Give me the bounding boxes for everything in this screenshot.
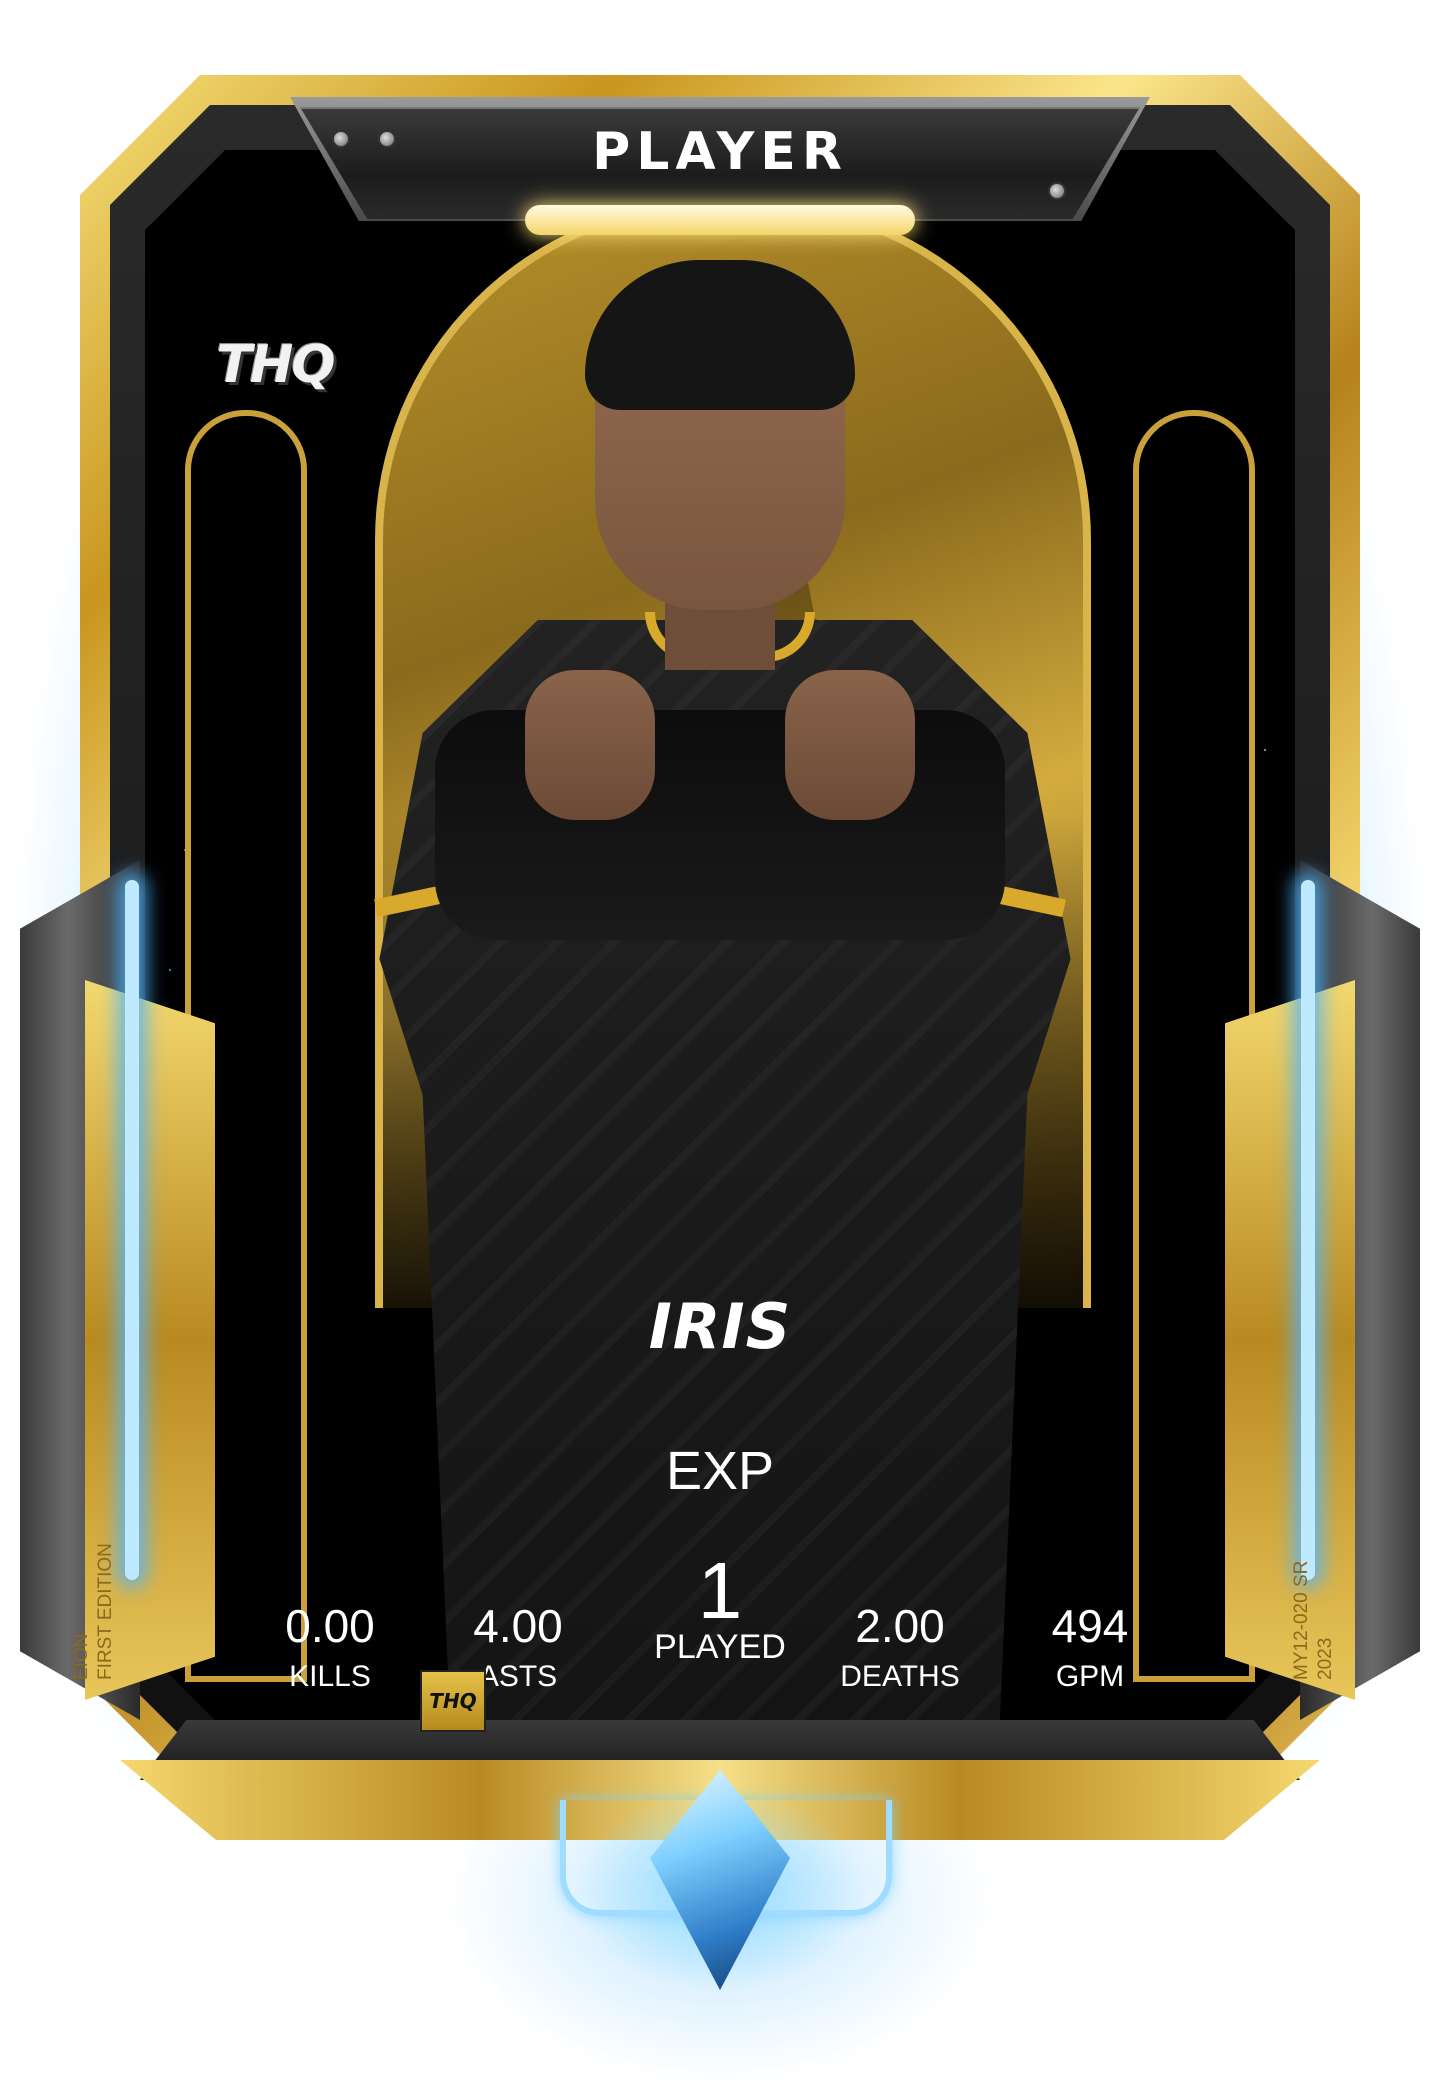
edition-right-line1: MY12-020 SR xyxy=(1291,1560,1312,1680)
badge-logo-text: THQ xyxy=(429,1689,477,1713)
rivet-icon xyxy=(332,130,350,148)
stat-gpm: 494 GPM xyxy=(990,1600,1190,1694)
stat-value: 0.00 xyxy=(285,1600,375,1652)
authentic-badge-icon: THQ xyxy=(420,1670,486,1732)
stat-label: DEATHS xyxy=(840,1660,960,1693)
player-name: IRIS xyxy=(648,1290,792,1363)
rivet-icon xyxy=(1048,182,1066,200)
left-fist xyxy=(525,670,655,820)
card-type-title: PLAYER xyxy=(592,122,848,182)
stat-played: PLAYED xyxy=(620,1622,820,1664)
stat-value: 2.00 xyxy=(855,1600,945,1652)
player-card: EION FIRST EDITION MY12-020 SR 2023 PLAY… xyxy=(0,0,1440,2100)
stat-deaths: 2.00 DEATHS xyxy=(800,1600,1000,1694)
crossed-arms xyxy=(435,710,1005,940)
stat-label: KILLS xyxy=(289,1660,371,1693)
rivet-icon xyxy=(378,130,396,148)
stat-label: GPM xyxy=(1055,1660,1125,1693)
header-light-bar xyxy=(525,205,915,235)
edition-left-line2: FIRST EDITION xyxy=(95,1543,116,1680)
stat-value: 4.00 xyxy=(473,1600,563,1652)
stat-value: 494 xyxy=(1051,1600,1129,1652)
edition-left-line1: EION xyxy=(71,1633,92,1680)
edition-right-line2: 2023 xyxy=(1315,1637,1336,1680)
left-blue-light xyxy=(125,880,139,1580)
thq-logo: THQ xyxy=(216,335,335,395)
edition-left-text: EION FIRST EDITION xyxy=(70,1280,118,1680)
stat-kills: 0.00 KILLS xyxy=(230,1600,430,1694)
right-fist xyxy=(785,670,915,820)
stat-label: PLAYED xyxy=(654,1628,786,1666)
exp-label: EXP xyxy=(665,1441,775,1501)
edition-right-text: MY12-020 SR 2023 xyxy=(1290,1280,1338,1680)
